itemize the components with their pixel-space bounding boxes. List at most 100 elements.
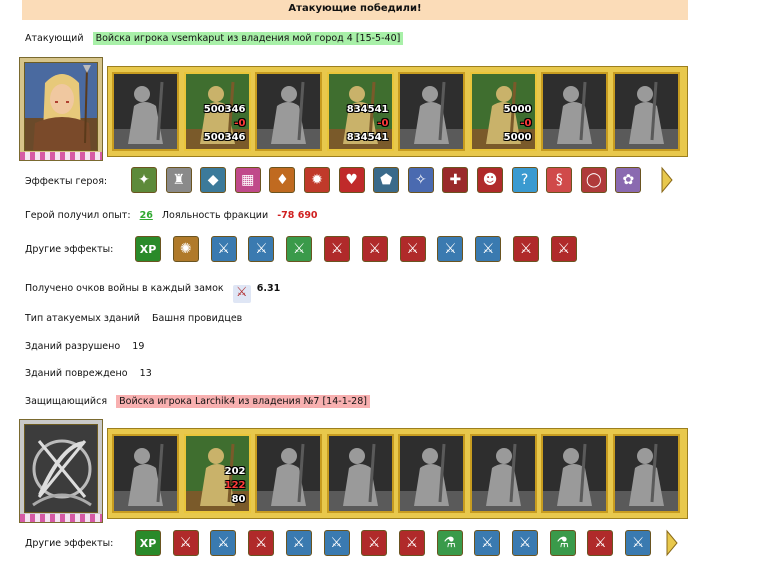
ribbon-icon[interactable]: § [546,167,573,193]
sword-blue-icon[interactable]: ⚔ [437,236,464,262]
sword-red-icon[interactable]: ⚔ [399,236,426,262]
sword-red-icon[interactable]: ⚔ [513,236,539,262]
sword-blue-icon[interactable]: ⚔ [210,530,237,556]
sword-red-icon[interactable]: ⚔ [172,530,199,556]
potion-green-icon[interactable]: ⚗ [436,530,463,556]
experience-value[interactable]: 26 [140,210,153,221]
experience-label: Герой получил опыт: [25,210,131,221]
xp-icon[interactable]: XP [135,530,161,556]
bag-icon[interactable]: ✺ [172,236,199,262]
unit-count-bot: 834541 [346,132,389,143]
damaged-row: Зданий повреждено 13 [25,368,152,379]
sword-red-icon[interactable]: ⚔ [324,236,350,262]
loyalty-value: -78 690 [277,210,318,221]
sword-blue-icon[interactable]: ⚔ [512,530,538,556]
defender-army-name: Войска игрока Larchik4 из владения №7 [1… [116,395,370,408]
war-points-row: Получено очков войны в каждый замок ⚔ 6.… [25,283,280,303]
fire-icon[interactable]: ✹ [304,167,330,193]
sword-red-icon[interactable]: ⚔ [361,236,388,262]
attacker-unit-slot-7[interactable] [541,72,608,151]
damaged-value: 13 [139,368,152,379]
sword-blue-icon[interactable]: ⚔ [625,530,652,556]
sword-blue-icon[interactable]: ⚔ [323,530,350,556]
attacker-hero-portrait[interactable] [19,57,103,161]
potion-green-icon[interactable]: ⚗ [549,530,576,556]
heart-icon[interactable]: ♥ [338,167,365,193]
sword-blue-icon[interactable]: ⚔ [285,530,312,556]
unit-count-mid: -0 [520,118,532,129]
attacker-other-effects-label: Другие эффекты: [25,244,114,255]
shield-icon[interactable]: ⬟ [373,167,400,193]
unit-count-bot: 80 [231,494,246,505]
unit-count-bot: 5000 [503,132,532,143]
boots-icon[interactable]: ◆ [200,167,227,193]
defender-hero-portrait[interactable] [19,419,103,523]
defender-unit-slot-5[interactable] [398,434,465,513]
sword-red-icon[interactable]: ⚔ [587,530,614,556]
hero-effects-label: Эффекты героя: [25,176,108,187]
destroyed-row: Зданий разрушено 19 [25,341,144,352]
defender-unit-slot-8[interactable] [612,434,680,513]
building-type-label: Тип атакуемых зданий [25,313,140,324]
attacker-unit-slot-4[interactable]: 834541 -0 834541 [326,72,394,151]
sword-green-icon[interactable]: ⚔ [286,236,313,262]
chest-icon[interactable]: ▦ [234,167,261,193]
destroyed-label: Зданий разрушено [25,341,121,352]
scroll-icon[interactable]: ✦ [131,167,157,193]
ring-icon[interactable]: ◯ [580,167,607,193]
unit-count-top: 834541 [346,104,389,115]
portrait-fringe [20,514,102,522]
portrait-fringe [20,152,102,160]
attacker-army-name: Войска игрока vsemkaput из владения мой … [92,32,404,45]
question-icon[interactable]: ? [511,167,538,193]
defender-unit-slot-2[interactable]: 202 122 80 [183,434,251,513]
rune-icon[interactable]: ✚ [442,167,469,193]
defender-unit-slot-6[interactable] [469,434,537,513]
battle-result-banner: Атакующие победили! [22,0,688,20]
attacker-unit-slot-5[interactable] [398,72,465,151]
attacker-unit-slot-8[interactable] [612,72,680,151]
defender-unit-slot-7[interactable] [541,434,608,513]
sword-red-icon[interactable]: ⚔ [248,530,275,556]
unit-count-top: 5000 [503,104,532,115]
unit-count-top: 500346 [203,104,246,115]
unit-count-mid: 122 [224,480,246,491]
sword-red-icon[interactable]: ⚔ [550,236,577,262]
treasure-icon[interactable]: ♦ [269,167,296,193]
building-type-row: Тип атакуемых зданий Башня провидцев [25,313,242,324]
sword-blue-icon[interactable]: ⚔ [475,236,502,262]
attacker-unit-slot-3[interactable] [255,72,322,151]
sword-red-icon[interactable]: ⚔ [398,530,425,556]
defender-effects-next-arrow[interactable] [665,529,679,557]
loyalty-label: Лояльность фракции [161,210,269,221]
sword-blue-icon[interactable]: ⚔ [474,530,501,556]
defender-row: Защищающийся Войска игрока Larchik4 из в… [25,395,370,408]
unit-count-bot: 500346 [203,132,246,143]
defender-other-effects-label: Другие эффекты: [25,538,114,549]
claw-icon[interactable]: ✧ [407,167,434,193]
attacker-unit-slot-2[interactable]: 500346 -0 500346 [183,72,251,151]
sword-red-icon[interactable]: ⚔ [361,530,388,556]
defender-unit-slot-3[interactable] [255,434,322,513]
attacker-unit-slot-6[interactable]: 5000 -0 5000 [469,72,537,151]
attacker-hero-image [24,62,98,151]
unit-count-mid: -0 [234,118,246,129]
unit-count-mid: -0 [377,118,389,129]
sword-blue-icon[interactable]: ⚔ [248,236,275,262]
mask-icon[interactable]: ☻ [477,167,503,193]
war-points-label: Получено очков войны в каждый замок [25,283,224,294]
defender-unit-slot-1[interactable] [112,434,179,513]
defender-army-bar: 202 122 80 [107,428,688,519]
defender-unit-slot-4[interactable] [326,434,394,513]
flower-icon[interactable]: ✿ [615,167,642,193]
defender-hero-image [24,424,98,513]
damaged-label: Зданий повреждено [25,368,128,379]
attacker-unit-slot-1[interactable] [112,72,179,151]
armor-icon[interactable]: ♜ [165,167,192,193]
xp-icon[interactable]: XP [135,236,161,262]
war-points-value: 6.31 [256,283,281,294]
attacker-army-bar: 500346 -0 500346 834541 -0 834541 5000 -0 5000 [107,66,688,157]
sword-blue-icon[interactable]: ⚔ [210,236,237,262]
hero-effects-next-arrow[interactable] [660,166,674,194]
experience-row: Герой получил опыт: 26 Лояльность фракци… [25,210,318,221]
